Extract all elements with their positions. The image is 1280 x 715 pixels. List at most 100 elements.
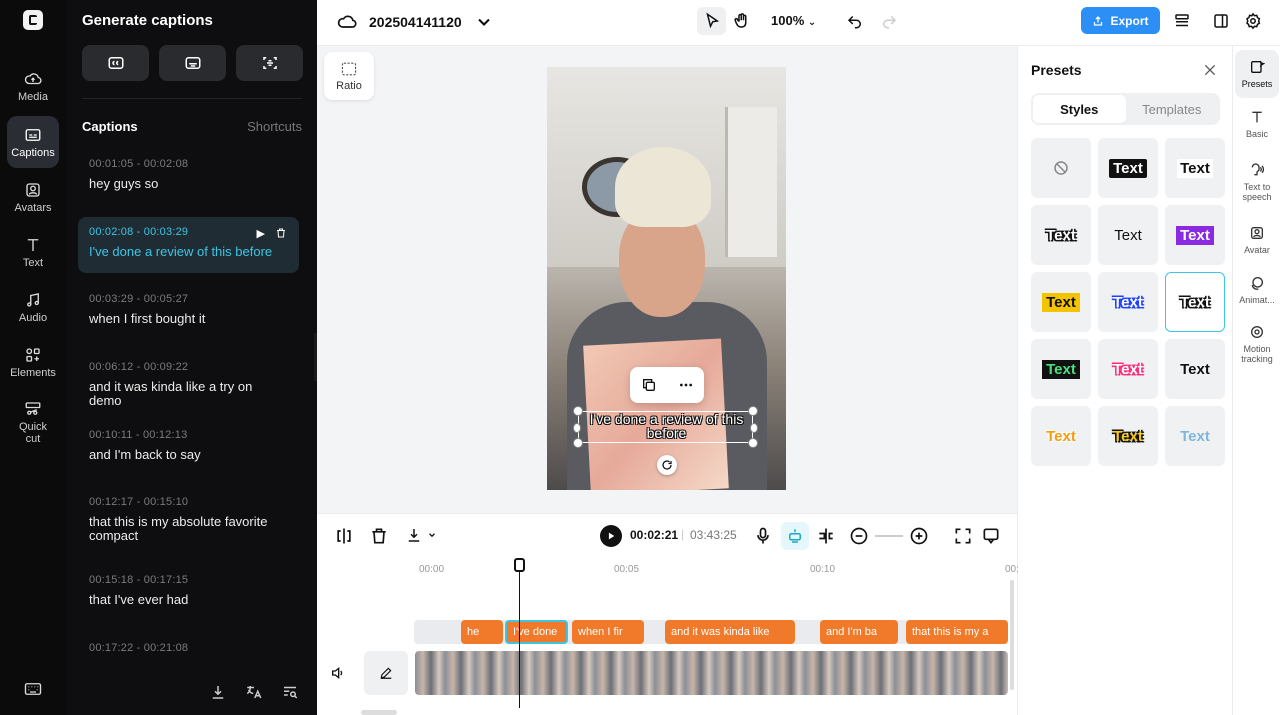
resize-handle[interactable] — [573, 423, 581, 433]
resize-handle[interactable] — [573, 438, 583, 448]
right-rail-basic[interactable]: Basic — [1235, 100, 1279, 148]
rail-item-text[interactable]: Text — [7, 226, 59, 278]
resize-handle[interactable] — [748, 438, 758, 448]
caption-clip[interactable]: when I fir — [572, 620, 644, 644]
scan-captions-button[interactable] — [236, 45, 303, 81]
caption-clip-selected[interactable]: I've done — [505, 620, 568, 644]
duplicate-icon[interactable] — [641, 377, 657, 393]
right-rail-avatar[interactable]: Avatar — [1235, 216, 1279, 264]
caption-clip[interactable]: and it was kinda like — [665, 620, 795, 644]
trash-icon[interactable] — [275, 227, 287, 239]
redo-button[interactable] — [874, 7, 903, 35]
caption-text-box[interactable]: I've done a review of this before — [573, 406, 758, 448]
auto-snap-toggle[interactable] — [781, 522, 809, 550]
microphone-icon[interactable] — [753, 526, 773, 546]
preset-style[interactable]: Text — [1165, 339, 1225, 399]
caption-item-active[interactable]: 00:02:08 - 00:03:29 I've done a review o… — [78, 217, 299, 273]
auto-captions-button[interactable] — [82, 45, 149, 81]
comment-icon[interactable] — [981, 526, 1001, 546]
layout-button[interactable] — [1206, 7, 1235, 35]
shortcuts-link[interactable]: Shortcuts — [247, 119, 302, 134]
preset-style[interactable]: Text — [1098, 205, 1158, 265]
preset-style[interactable]: Text — [1031, 272, 1091, 332]
trash-icon[interactable] — [369, 526, 389, 546]
ratio-button[interactable]: Ratio — [324, 52, 374, 100]
keyboard-icon[interactable] — [24, 681, 42, 702]
preset-none[interactable] — [1031, 138, 1091, 198]
split-icon[interactable] — [334, 526, 354, 546]
rail-item-avatars[interactable]: Avatars — [7, 171, 59, 223]
undo-button[interactable] — [840, 7, 869, 35]
preset-style[interactable]: Text — [1165, 205, 1225, 265]
close-icon[interactable] — [1202, 62, 1218, 78]
resize-handle[interactable] — [573, 406, 583, 416]
split-view-icon[interactable] — [816, 526, 836, 546]
caption-clip[interactable]: he — [461, 620, 503, 644]
right-rail-animation[interactable]: Animat... — [1235, 266, 1279, 314]
video-track-clip[interactable] — [415, 651, 1008, 695]
rail-item-media[interactable]: Media — [7, 60, 59, 112]
app-logo[interactable] — [23, 10, 43, 30]
download-icon[interactable] — [209, 683, 227, 701]
zoom-dropdown[interactable]: 100% ⌄ — [771, 13, 816, 28]
caption-item[interactable]: 00:03:29 - 00:05:27 when I first bought … — [78, 293, 299, 337]
right-rail-presets[interactable]: Presets — [1235, 50, 1279, 98]
rail-item-elements[interactable]: Elements — [7, 336, 59, 388]
export-button[interactable]: Export — [1081, 7, 1160, 34]
select-tool-button[interactable] — [697, 7, 726, 35]
export-icon — [1094, 15, 1103, 26]
right-rail-motion-tracking[interactable]: Motion tracking — [1235, 316, 1279, 372]
play-caption-icon[interactable]: ▶ — [257, 227, 265, 240]
layers-button[interactable] — [1167, 7, 1196, 35]
ratio-icon — [341, 62, 357, 75]
preset-style[interactable]: Text — [1098, 138, 1158, 198]
tab-styles[interactable]: Styles — [1033, 95, 1126, 123]
caption-item[interactable]: 00:01:05 - 00:02:08 hey guys so — [78, 158, 299, 202]
current-time: 00:02:21 — [630, 528, 679, 542]
preset-style[interactable]: Text — [1098, 406, 1158, 466]
settings-button[interactable] — [1238, 7, 1267, 35]
vertical-scrollbar[interactable] — [1010, 580, 1014, 690]
zoom-in-icon[interactable] — [909, 526, 929, 546]
preset-style[interactable]: Text — [1098, 272, 1158, 332]
preset-style[interactable]: Text — [1165, 406, 1225, 466]
fullscreen-icon[interactable] — [953, 526, 973, 546]
preset-style-selected[interactable]: Text — [1165, 272, 1225, 332]
project-name-dropdown[interactable]: 202504141120 — [337, 12, 494, 32]
preset-style[interactable]: Text — [1165, 138, 1225, 198]
translate-icon[interactable] — [245, 683, 263, 701]
preset-style[interactable]: Text — [1098, 339, 1158, 399]
more-icon[interactable] — [678, 377, 694, 393]
playhead-handle[interactable] — [514, 558, 525, 572]
rail-item-audio[interactable]: Audio — [7, 281, 59, 333]
caption-clip[interactable]: and I'm ba — [820, 620, 898, 644]
right-rail-text-to-speech[interactable]: Text to speech — [1235, 154, 1279, 210]
resize-handle[interactable] — [750, 423, 758, 433]
preset-style[interactable]: Text — [1031, 339, 1091, 399]
captions-heading: Captions — [82, 119, 138, 134]
avatar-icon — [26, 182, 40, 197]
tab-templates[interactable]: Templates — [1126, 95, 1219, 123]
rail-item-captions[interactable]: Captions — [7, 116, 59, 168]
zoom-slider[interactable] — [875, 535, 903, 537]
rotate-handle[interactable] — [657, 455, 677, 475]
caption-item[interactable]: 00:15:18 - 00:17:15 that I've ever had — [78, 574, 299, 618]
caption-clip[interactable]: that this is my a — [906, 620, 1008, 644]
preset-style[interactable]: Text — [1031, 406, 1091, 466]
caption-item[interactable]: 00:10:11 - 00:12:13 and I'm back to say — [78, 429, 299, 473]
caption-item[interactable]: 00:17:22 - 00:21:08 — [78, 642, 299, 662]
manual-captions-button[interactable] — [159, 45, 226, 81]
edit-cover-button[interactable] — [364, 651, 408, 695]
zoom-out-icon[interactable] — [849, 526, 869, 546]
search-list-icon[interactable] — [281, 683, 299, 701]
caption-item[interactable]: 00:12:17 - 00:15:10 that this is my abso… — [78, 496, 299, 552]
resize-handle[interactable] — [748, 406, 758, 416]
download-dropdown[interactable] — [405, 526, 437, 544]
volume-icon[interactable] — [330, 665, 346, 681]
rail-item-quick-cut[interactable]: Quick cut — [7, 392, 59, 452]
play-button[interactable] — [600, 525, 622, 547]
preset-style[interactable]: Text — [1031, 205, 1091, 265]
horizontal-scrollbar[interactable] — [361, 710, 397, 715]
hand-tool-button[interactable] — [727, 7, 756, 35]
caption-item[interactable]: 00:06:12 - 00:09:22 and it was kinda lik… — [78, 361, 299, 408]
